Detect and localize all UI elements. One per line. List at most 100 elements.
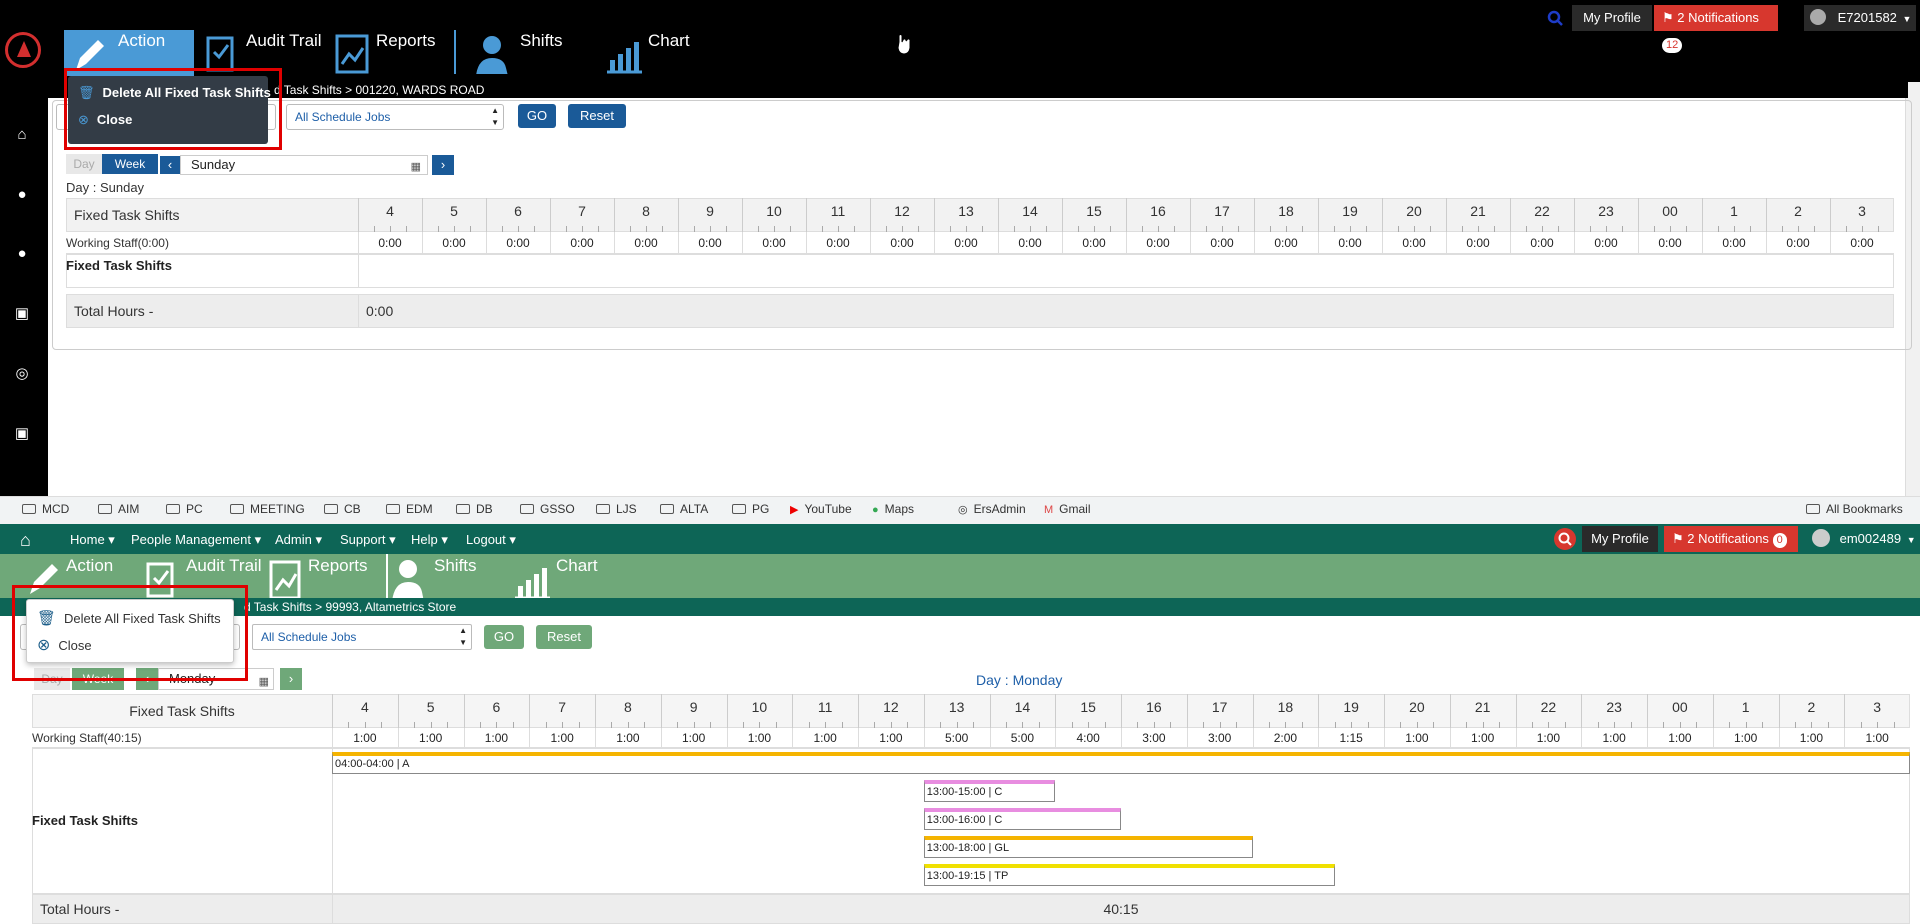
go-button[interactable]: GO (518, 104, 556, 128)
bookmark-gsso[interactable]: GSSO (520, 502, 575, 516)
bookmark-pg[interactable]: PG (732, 502, 769, 516)
user-icon[interactable]: ● (12, 246, 32, 262)
user-menu[interactable]: em002489 ▼ (1808, 526, 1918, 552)
bookmark-youtube[interactable]: ▶ YouTube (790, 502, 852, 516)
bookmark-maps[interactable]: ● Maps (872, 502, 914, 516)
shifts-button[interactable]: Shifts (390, 556, 490, 602)
image-icon[interactable]: ▣ (12, 426, 32, 442)
shift-bar[interactable]: 04:00-04:00 | A (332, 752, 1910, 774)
globe-icon[interactable]: ◎ (12, 366, 32, 382)
bookmark-label: DB (476, 502, 493, 516)
notifications-button[interactable]: ⚑ 2 Notifications 12 (1654, 5, 1778, 53)
working-staff-value: 1:00 (813, 731, 837, 745)
hour-label: 11 (817, 699, 833, 715)
hour-label: 2 (1807, 699, 1816, 715)
user-menu[interactable]: E7201582 ▼ (1804, 5, 1916, 31)
working-staff-value: 1:00 (1470, 731, 1495, 745)
shift-bar[interactable]: 13:00-15:00 | C (923, 780, 1056, 802)
home-icon[interactable]: ⌂ (20, 530, 31, 551)
bookmark-meeting[interactable]: MEETING (230, 502, 305, 516)
all-bookmarks[interactable]: All Bookmarks (1806, 502, 1903, 516)
nav-logout[interactable]: Logout ▾ (466, 532, 516, 548)
home-icon[interactable]: ⌂ (12, 127, 32, 143)
hour-label: 3 (1858, 203, 1866, 219)
hour-label: 23 (1606, 699, 1622, 715)
my-profile-button[interactable]: My Profile (1582, 526, 1658, 552)
bookmark-cb[interactable]: CB (324, 502, 361, 516)
day-tab[interactable]: Day (66, 154, 102, 174)
day-label: Day : Sunday (66, 180, 145, 195)
bookmark-label: LJS (616, 502, 637, 516)
audit-trail-label: Audit Trail (246, 31, 322, 50)
shift-bar[interactable]: 13:00-16:00 | C (923, 808, 1121, 830)
reports-button[interactable]: Reports (268, 556, 378, 600)
working-staff-value: 0:00 (762, 236, 786, 250)
working-staff-value: 0:00 (442, 236, 466, 250)
prev-date-button[interactable]: ‹ (160, 156, 180, 174)
bookmark-mcd[interactable]: MCD (22, 502, 69, 516)
nav-people-management[interactable]: People Management ▾ (131, 532, 261, 548)
bookmark-ersadmin[interactable]: ◎ ErsAdmin (958, 502, 1026, 516)
bookmark-alta[interactable]: ALTA (660, 502, 708, 516)
reports-button[interactable]: Reports (334, 30, 446, 76)
bookmark-db[interactable]: DB (456, 502, 493, 516)
logo-icon[interactable] (5, 32, 41, 68)
hour-label: 7 (558, 699, 567, 715)
next-date-button[interactable]: › (432, 155, 454, 175)
reports-label: Reports (308, 556, 368, 575)
go-button[interactable]: GO (484, 625, 524, 649)
chart-button[interactable]: Chart (512, 556, 602, 600)
schedule-jobs-select[interactable]: All Schedule Jobs ▲ ▼ (252, 624, 472, 650)
total-hours-value: 40:15 (1103, 901, 1139, 917)
bookmark-gmail[interactable]: M Gmail (1044, 502, 1091, 516)
shift-bar[interactable]: 13:00-18:00 | GL (923, 836, 1253, 858)
bookmark-label: ErsAdmin (973, 502, 1026, 516)
hour-label: 18 (1277, 699, 1294, 715)
total-hours-row (66, 294, 1894, 328)
image-icon[interactable]: ▣ (12, 306, 32, 322)
hour-label: 7 (578, 203, 586, 219)
bookmark-edm[interactable]: EDM (386, 502, 433, 516)
working-staff-value: 3:00 (1142, 731, 1166, 745)
working-staff-value: 0:00 (1594, 236, 1618, 250)
calendar-icon[interactable]: ▦ (259, 672, 269, 692)
users-icon[interactable]: ● (12, 187, 32, 203)
shift-bar[interactable]: 13:00-19:15 | TP (923, 864, 1335, 886)
folder-icon (22, 504, 36, 514)
nav-admin[interactable]: Admin ▾ (275, 532, 322, 548)
search-icon[interactable] (1554, 528, 1576, 550)
nav-help[interactable]: Help ▾ (411, 532, 448, 548)
date-field[interactable]: Sunday ▦ (180, 155, 428, 175)
reset-button[interactable]: Reset (536, 625, 592, 649)
bookmark-pc[interactable]: PC (166, 502, 203, 516)
bookmark-aim[interactable]: AIM (98, 502, 139, 516)
mouse-cursor-icon (897, 34, 911, 55)
hour-label: 22 (1534, 203, 1550, 219)
hour-label: 1 (1730, 203, 1738, 219)
search-icon[interactable] (1547, 10, 1563, 26)
next-date-button[interactable]: › (280, 668, 302, 690)
reset-button[interactable]: Reset (568, 104, 626, 128)
working-staff-value: 0:00 (1530, 236, 1554, 250)
my-profile-button[interactable]: My Profile (1572, 5, 1652, 31)
total-hours-label: Total Hours - (40, 901, 120, 917)
notifications-button[interactable]: ⚑ 2 Notifications 0 (1664, 526, 1798, 552)
hour-label: 4 (386, 203, 394, 219)
shifts-button[interactable]: Shifts (474, 30, 584, 76)
calendar-icon[interactable]: ▦ (411, 158, 421, 176)
folder-icon (98, 504, 112, 514)
schedule-jobs-select[interactable]: All Schedule Jobs ▲ ▼ (286, 104, 504, 130)
top-nav: ⌂ Home ▾ People Management ▾ Admin ▾ Sup… (0, 524, 1920, 554)
bookmark-label: PC (186, 502, 203, 516)
hour-label: 9 (689, 699, 698, 715)
folder-icon (324, 504, 338, 514)
nav-home[interactable]: Home ▾ (70, 532, 115, 548)
flag-icon: ⚑ (1672, 531, 1684, 546)
nav-support[interactable]: Support ▾ (340, 532, 396, 548)
chart-button[interactable]: Chart (604, 30, 694, 76)
hour-label: 13 (958, 203, 974, 219)
hour-label: 8 (623, 699, 632, 715)
bookmark-label: MCD (42, 502, 70, 516)
week-tab[interactable]: Week (102, 154, 158, 174)
bookmark-ljs[interactable]: LJS (596, 502, 637, 516)
